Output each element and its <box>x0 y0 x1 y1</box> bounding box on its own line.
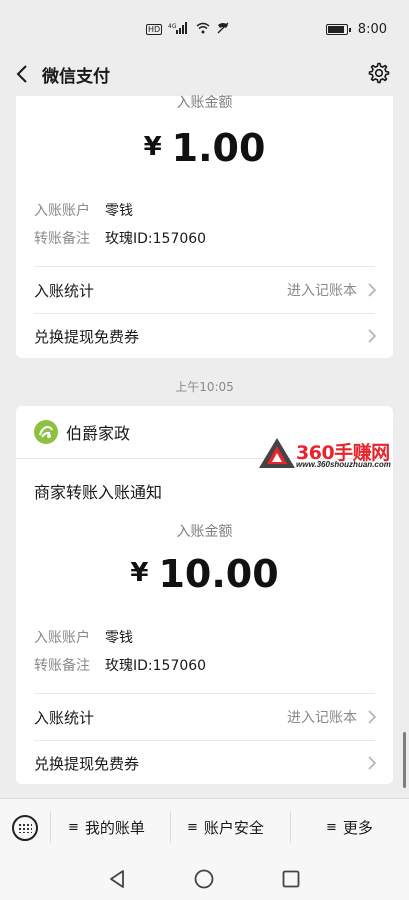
chevron-right-icon <box>368 756 377 770</box>
note-value: 玫瑰ID:157060 <box>105 231 207 247</box>
back-button[interactable] <box>10 60 34 88</box>
merchant-header[interactable]: 伯爵家政 <box>34 420 130 444</box>
account-row: 入账账户 零钱 <box>34 200 133 220</box>
menu-divider <box>170 811 171 843</box>
note-key: 转账备注 <box>34 658 90 674</box>
menu-label: 账户安全 <box>203 819 264 837</box>
coupon-row[interactable]: 兑换提现免费券 <box>16 740 393 784</box>
settings-button[interactable] <box>367 61 391 85</box>
coupon-label: 兑换提现免费券 <box>34 327 140 346</box>
stats-row[interactable]: 入账统计 进入记账本 <box>16 694 393 740</box>
menu-divider <box>50 811 51 843</box>
nav-home-circle-icon[interactable] <box>193 868 215 890</box>
status-icons: HD 4G <box>146 22 230 37</box>
nav-back-triangle-icon[interactable] <box>106 868 128 890</box>
page-title: 微信支付 <box>42 67 110 87</box>
menu-list-icon: ≡ <box>326 820 337 835</box>
stats-label: 入账统计 <box>34 708 95 727</box>
status-right: 8:00 <box>325 22 387 37</box>
nav-recents-square-icon[interactable] <box>280 868 302 890</box>
amount-label: 入账金额 <box>176 524 233 540</box>
ledger-link[interactable]: 进入记账本 <box>287 280 357 300</box>
menu-list-icon: ≡ <box>68 820 79 835</box>
amount-value: ¥10.00 <box>130 552 279 596</box>
menu-label: 更多 <box>342 819 373 837</box>
signal-icon: 4G <box>168 22 190 37</box>
transfer-card-1[interactable]: 入账金额 ¥1.00 入账账户 零钱 转账备注 玫瑰ID:157060 入账统计… <box>16 95 393 359</box>
account-key: 入账账户 <box>34 203 90 219</box>
no-disturb-icon <box>216 22 230 37</box>
ledger-link[interactable]: 进入记账本 <box>287 707 357 727</box>
status-time: 8:00 <box>357 22 387 37</box>
coupon-row[interactable]: 兑换提现免费券 <box>16 313 393 359</box>
note-value: 玫瑰ID:157060 <box>105 658 207 674</box>
svg-text:4G: 4G <box>168 23 177 30</box>
note-row: 转账备注 玫瑰ID:157060 <box>34 228 206 248</box>
hd-icon: HD <box>146 24 163 35</box>
keyboard-icon[interactable] <box>12 815 38 841</box>
chevron-left-icon <box>16 65 27 83</box>
message-timestamp: 上午10:05 <box>175 380 234 394</box>
menu-label: 我的账单 <box>84 819 145 837</box>
note-row: 转账备注 玫瑰ID:157060 <box>34 655 206 675</box>
amount-label: 入账金额 <box>176 95 233 111</box>
scrollbar[interactable] <box>403 732 406 788</box>
account-value: 零钱 <box>105 203 133 219</box>
watermark-url: www.360shouzhuan.com <box>296 460 391 469</box>
bottom-menu: ≡ 我的账单 ≡ 账户安全 ≡ 更多 <box>0 798 409 856</box>
coupon-label: 兑换提现免费券 <box>34 754 140 773</box>
amount-value: ¥1.00 <box>143 126 266 170</box>
wifi-icon <box>196 22 210 37</box>
account-row: 入账账户 零钱 <box>34 627 133 647</box>
menu-divider <box>290 811 291 843</box>
account-key: 入账账户 <box>34 630 90 646</box>
note-key: 转账备注 <box>34 231 90 247</box>
menu-account-security[interactable]: ≡ 账户安全 <box>187 817 264 838</box>
stats-row[interactable]: 入账统计 进入记账本 <box>16 267 393 313</box>
merchant-logo-icon <box>34 420 58 444</box>
menu-more[interactable]: ≡ 更多 <box>326 817 373 838</box>
gear-icon <box>368 62 390 84</box>
chevron-right-icon <box>368 710 377 724</box>
chevron-right-icon <box>368 283 377 297</box>
battery-icon <box>325 24 351 35</box>
chevron-right-icon <box>368 329 377 343</box>
account-value: 零钱 <box>105 630 133 646</box>
nav-bar: 微信支付 <box>0 52 409 96</box>
status-bar: HD 4G 8:00 <box>0 0 409 52</box>
merchant-name: 伯爵家政 <box>66 424 131 443</box>
notification-title: 商家转账入账通知 <box>34 483 163 502</box>
menu-my-bills[interactable]: ≡ 我的账单 <box>68 817 145 838</box>
system-nav-bar <box>0 856 409 900</box>
stats-label: 入账统计 <box>34 281 95 300</box>
menu-list-icon: ≡ <box>187 820 198 835</box>
